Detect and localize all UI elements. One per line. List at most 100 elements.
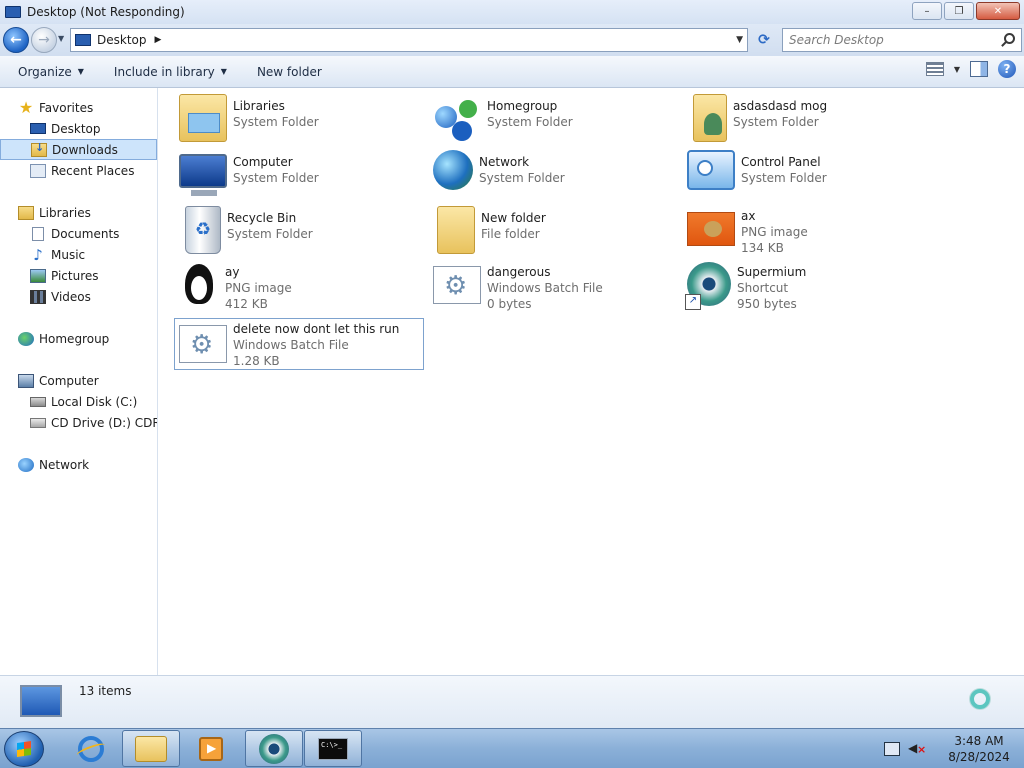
supermium-shortcut-icon xyxy=(685,262,731,310)
network-status-icon[interactable] xyxy=(884,742,900,756)
file-size: 412 KB xyxy=(225,297,268,311)
sidebar-item-network[interactable]: Network xyxy=(0,454,157,475)
clock-time: 3:48 AM xyxy=(954,734,1004,748)
clock[interactable]: 3:48 AM 8/28/2024 xyxy=(940,733,1018,765)
file-item[interactable]: ax PNG image 134 KB xyxy=(683,204,933,256)
batch-file-icon xyxy=(179,325,227,363)
search-box xyxy=(782,28,1022,52)
file-item[interactable]: Recycle Bin System Folder xyxy=(175,204,425,256)
file-item[interactable]: asdasdasd mog System Folder xyxy=(683,92,933,144)
desktop-icon xyxy=(20,685,62,717)
videos-icon xyxy=(30,289,46,304)
sidebar-item-favorites[interactable]: ★ Favorites xyxy=(0,97,157,118)
chevron-down-icon: ▼ xyxy=(220,67,227,76)
sidebar-item-recent-places[interactable]: Recent Places xyxy=(0,160,157,181)
sidebar-item-documents[interactable]: Documents xyxy=(0,223,157,244)
taskbar-command-prompt[interactable]: C:\>_ xyxy=(304,730,362,767)
file-item-selected[interactable]: delete now dont let this run Windows Batc… xyxy=(174,318,424,370)
sidebar-item-homegroup[interactable]: Homegroup xyxy=(0,328,157,349)
libraries-icon xyxy=(179,94,227,142)
sidebar-item-downloads[interactable]: Downloads xyxy=(0,139,157,160)
address-row: ← → ▼ Desktop ▶ ▼ ⟳ xyxy=(0,24,1024,56)
sidebar-item-libraries[interactable]: Libraries xyxy=(0,202,157,223)
forward-button[interactable]: → xyxy=(31,27,57,53)
taskbar-windows-explorer[interactable] xyxy=(122,730,180,767)
address-dropdown-button[interactable]: ▼ xyxy=(736,35,743,45)
cd-drive-icon xyxy=(30,417,46,428)
file-item[interactable]: New folder File folder xyxy=(429,204,679,256)
search-input[interactable] xyxy=(789,33,989,47)
new-folder-label: New folder xyxy=(256,64,322,79)
sidebar-item-computer[interactable]: Computer xyxy=(0,370,157,391)
sidebar-item-desktop[interactable]: Desktop xyxy=(0,118,157,139)
view-controls: ▼ ? xyxy=(925,60,1016,78)
sidebar-item-label: Music xyxy=(51,247,86,262)
change-view-icon[interactable] xyxy=(925,62,944,76)
file-type: System Folder xyxy=(233,171,319,185)
file-list: Libraries System Folder Homegroup System F… xyxy=(159,88,1024,675)
back-button[interactable]: ← xyxy=(3,27,29,53)
sidebar-item-label: Computer xyxy=(39,373,99,388)
png-image-icon xyxy=(687,212,735,246)
file-type: System Folder xyxy=(487,115,573,129)
taskbar-media-player[interactable] xyxy=(182,730,240,767)
homegroup-icon xyxy=(433,94,481,142)
new-folder-button[interactable]: New folder xyxy=(249,60,330,84)
minimize-button[interactable]: – xyxy=(912,2,942,20)
maximize-button[interactable]: ❐ xyxy=(944,2,974,20)
file-name: ay xyxy=(225,265,240,279)
file-item[interactable]: ay PNG image 412 KB xyxy=(175,260,425,312)
refresh-button[interactable]: ⟳ xyxy=(752,28,776,52)
file-type: PNG image xyxy=(741,225,808,239)
view-options-dropdown[interactable]: ▼ xyxy=(954,65,960,74)
file-size: 0 bytes xyxy=(487,297,532,311)
sidebar-item-pictures[interactable]: Pictures xyxy=(0,265,157,286)
sidebar-item-label: Local Disk (C:) xyxy=(51,394,138,409)
file-type: System Folder xyxy=(741,171,827,185)
organize-button[interactable]: Organize ▼ xyxy=(10,60,92,84)
file-item[interactable]: Supermium Shortcut 950 bytes xyxy=(683,260,933,312)
sidebar-item-label: Homegroup xyxy=(39,331,110,346)
taskbar-supermium[interactable] xyxy=(245,730,303,767)
supermium-icon xyxy=(259,733,289,764)
file-item[interactable]: Control Panel System Folder xyxy=(683,148,933,200)
taskbar: C:\>_ ◀ 3:48 AM 8/28/2024 xyxy=(0,728,1024,768)
include-in-library-button[interactable]: Include in library ▼ xyxy=(106,60,235,84)
taskbar-internet-explorer[interactable] xyxy=(62,730,120,767)
start-button[interactable] xyxy=(4,731,44,767)
search-icon[interactable] xyxy=(1004,33,1015,44)
volume-muted-icon[interactable]: ◀ xyxy=(908,741,926,757)
file-item[interactable]: Homegroup System Folder xyxy=(429,92,679,144)
sidebar-item-label: Downloads xyxy=(52,142,118,157)
recent-pages-dropdown[interactable]: ▼ xyxy=(58,34,64,43)
sidebar-item-music[interactable]: ♪ Music xyxy=(0,244,157,265)
computer-icon xyxy=(18,373,34,388)
file-name: asdasdasd mog xyxy=(733,99,828,113)
breadcrumb-desktop[interactable]: Desktop xyxy=(97,33,147,47)
libraries-icon xyxy=(18,205,34,220)
file-item[interactable]: Computer System Folder xyxy=(175,148,425,200)
include-in-library-label: Include in library xyxy=(113,64,215,79)
file-name: Network xyxy=(479,155,530,169)
help-icon[interactable]: ? xyxy=(998,60,1016,78)
file-size: 1.28 KB xyxy=(233,354,280,368)
file-name: Computer xyxy=(233,155,293,169)
address-bar[interactable]: Desktop ▶ ▼ xyxy=(70,28,748,52)
file-item[interactable]: Libraries System Folder xyxy=(175,92,425,144)
file-type: Shortcut xyxy=(737,281,789,295)
file-item[interactable]: dangerous Windows Batch File 0 bytes xyxy=(429,260,679,312)
file-item[interactable]: Network System Folder xyxy=(429,148,679,200)
music-note-icon: ♪ xyxy=(33,245,43,264)
recent-places-icon xyxy=(30,163,46,178)
documents-icon xyxy=(32,226,44,241)
sidebar-item-videos[interactable]: Videos xyxy=(0,286,157,307)
organize-label: Organize xyxy=(18,64,72,79)
downloads-icon xyxy=(31,141,47,157)
sidebar-item-local-disk[interactable]: Local Disk (C:) xyxy=(0,391,157,412)
sidebar-item-cd-drive[interactable]: CD Drive (D:) CDROM xyxy=(0,412,157,433)
preview-pane-icon[interactable] xyxy=(970,61,988,77)
breadcrumb-arrow-icon[interactable]: ▶ xyxy=(155,35,162,45)
close-button[interactable]: ✕ xyxy=(976,2,1020,20)
title-bar: Desktop (Not Responding) – ❐ ✕ xyxy=(0,0,1024,24)
pictures-icon xyxy=(30,268,46,283)
